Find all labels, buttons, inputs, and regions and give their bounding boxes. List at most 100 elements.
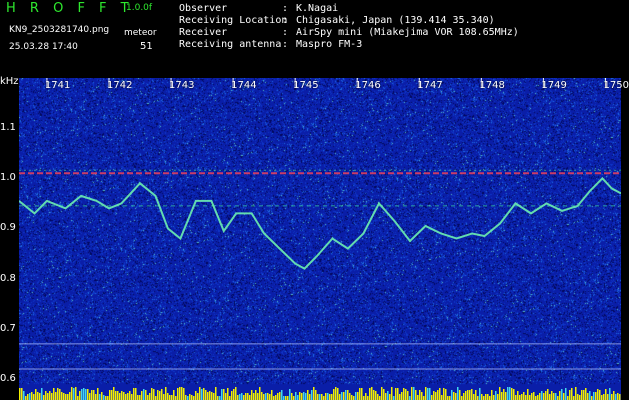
receiver-value: AirSpy mini (Miakejima VOR 108.65MHz) [296, 27, 519, 38]
baseline-bar [613, 391, 615, 400]
baseline-bar [353, 396, 355, 400]
baseline-bar [445, 389, 447, 400]
baseline-bar [181, 387, 183, 400]
y-tick-label: 1.0 [0, 172, 16, 184]
baseline-bar [573, 396, 575, 400]
baseline-bar [287, 396, 289, 400]
baseline-bar [611, 394, 613, 400]
baseline-bar [595, 392, 597, 400]
baseline-bar [463, 393, 465, 400]
y-tick-label: 0.7 [0, 322, 16, 334]
x-tick-label: 1748 [479, 80, 505, 91]
baseline-bar [525, 395, 527, 400]
baseline-bar [285, 396, 287, 400]
baseline-bar [51, 393, 53, 400]
baseline-bar [361, 388, 363, 400]
baseline-bar [85, 389, 87, 400]
baseline-bar [153, 389, 155, 400]
baseline-bar [133, 388, 135, 400]
baseline-bar [467, 390, 469, 400]
baseline-bar [497, 394, 499, 400]
baseline-bar [511, 388, 513, 400]
baseline-bar [39, 393, 41, 400]
baseline-bar [257, 393, 259, 400]
baseline-bar [225, 393, 227, 400]
baseline-bar [137, 395, 139, 400]
baseline-bar [209, 391, 211, 400]
receiver-label: Receiver [179, 27, 228, 38]
baseline-bar [273, 396, 275, 400]
baseline-bar [265, 393, 267, 400]
baseline-bar [377, 394, 379, 400]
baseline-bar [233, 389, 235, 400]
baseline-bar [345, 390, 347, 400]
baseline-bar [155, 396, 157, 400]
baseline-bar [579, 395, 581, 400]
version-label: 1.0.0f [126, 3, 153, 13]
baseline-bar [87, 389, 89, 400]
baseline-bar [123, 392, 125, 400]
date-time: 25.03.28 17:40 [9, 42, 78, 52]
location-value: Chigasaki, Japan (139.414 35.340) [296, 15, 495, 26]
baseline-bar [267, 393, 269, 400]
baseline-bar [119, 393, 121, 400]
baseline-bar [331, 394, 333, 400]
baseline-bar [89, 393, 91, 400]
baseline-bar [129, 391, 131, 400]
baseline-bar [395, 388, 397, 400]
baseline-bar [279, 392, 281, 400]
meteor-label: meteor [124, 28, 157, 38]
baseline-bar [105, 396, 107, 400]
baseline-bar [165, 387, 167, 400]
baseline-bar [163, 394, 165, 400]
baseline-bar [397, 388, 399, 400]
baseline-bar [299, 392, 301, 400]
baseline-bar [343, 392, 345, 400]
baseline-bar [67, 394, 69, 400]
baseline-bar [591, 396, 593, 400]
baseline-bar [617, 393, 619, 400]
baseline-bar [121, 391, 123, 400]
baseline-bar [387, 391, 389, 400]
baseline-bar [167, 393, 169, 400]
baseline-bar [435, 392, 437, 400]
baseline-bar [37, 392, 39, 400]
baseline-bar [31, 392, 33, 400]
baseline-bar [201, 389, 203, 400]
baseline-bar [77, 396, 79, 400]
baseline-bar [491, 390, 493, 400]
baseline-bar [173, 390, 175, 400]
baseline-bar [59, 389, 61, 400]
baseline-bar [49, 391, 51, 400]
baseline-bar [565, 388, 567, 400]
baseline-bar [367, 396, 369, 400]
baseline-bar [63, 393, 65, 400]
baseline-bar [357, 392, 359, 400]
baseline-bar [191, 395, 193, 400]
spectrogram-overlay [19, 78, 621, 400]
baseline-bar [535, 396, 537, 400]
baseline-bar [507, 387, 509, 400]
baseline-bar [457, 387, 459, 400]
baseline-bar [429, 388, 431, 400]
baseline-bar [477, 396, 479, 400]
baseline-bar [135, 388, 137, 400]
baseline-bar [575, 387, 577, 400]
baseline-bar [549, 394, 551, 400]
x-tick-label: 1741 [44, 80, 71, 91]
x-tick-label: 1742 [106, 80, 133, 91]
baseline-bar [585, 388, 587, 400]
baseline-bar [453, 392, 455, 400]
baseline-bar [473, 394, 475, 400]
baseline-bar [211, 392, 213, 400]
baseline-bar [563, 393, 565, 400]
baseline-bar [581, 390, 583, 400]
baseline-bar [283, 396, 285, 400]
receiver-separator: : [282, 27, 289, 38]
baseline-bar [309, 394, 311, 400]
baseline-bar [517, 391, 519, 400]
app-logo: H R O F F T [6, 1, 134, 16]
baseline-bar [93, 390, 95, 400]
baseline-bar [561, 389, 563, 400]
baseline-bar [255, 390, 257, 400]
